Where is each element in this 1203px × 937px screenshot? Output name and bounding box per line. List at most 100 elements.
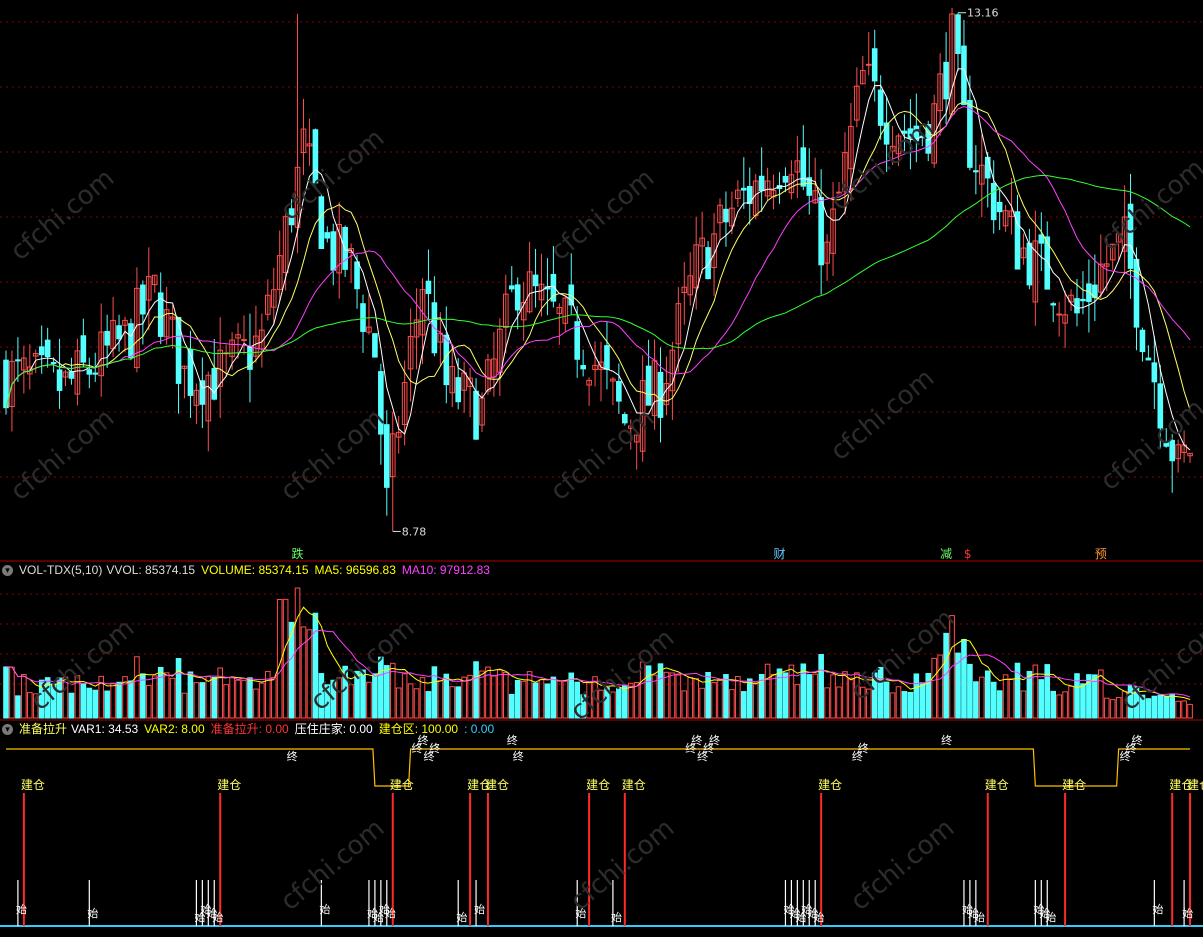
volume-bar [378,656,384,719]
candle [955,14,961,55]
volume-bar [1044,664,1051,719]
volume-indicator-name[interactable]: VOL-TDX(5,10) [19,563,102,577]
volume-bar [128,680,134,719]
signal-indicator-name[interactable]: 准备拉升 [19,722,67,736]
candle [455,377,461,403]
volume-bar [1008,678,1015,719]
volume-bar [973,681,979,719]
volume-bar [842,671,848,719]
volume-bar [479,670,485,719]
volume-bar [1163,695,1170,719]
volume-bar [984,670,991,719]
start-label: 始 [456,910,467,924]
volume-value: MA10: 97912.83 [401,563,490,577]
volume-bar [360,669,366,719]
volume-bar [907,691,914,719]
volume-bar [711,681,717,719]
high-price-label: 13.16 [967,7,999,20]
volume-ma5-line [5,606,1191,700]
volume-bar [854,672,860,719]
volume-bar [633,682,640,719]
volume-bar [265,670,271,719]
volume-bar [437,680,444,719]
candle [140,284,146,315]
candle [80,335,87,363]
signal-value: 建仓区: 100.00 [378,722,459,736]
volume-bar [752,682,759,719]
candle [943,61,949,100]
candle [883,122,890,145]
volume-bar [990,681,997,719]
candle [616,381,622,402]
volume-bar [645,665,652,719]
volume-bar [9,666,15,719]
event-marker[interactable]: $ [964,547,972,561]
volume-bar [746,678,753,719]
volume-bar [104,690,110,719]
volume-bar [675,674,682,719]
chart-canvas[interactable]: 13.168.78跌财减$预建仓建仓建仓建仓建仓建仓建仓建仓建仓建仓建仓建仓始始… [0,0,1203,933]
volume-bar [806,674,813,719]
signal-value: : 0.00 [464,722,495,736]
volume-bar [1127,684,1134,719]
volume-bar [395,687,402,719]
candle [1127,203,1134,269]
candle [1056,313,1062,316]
candle [86,369,93,375]
candle [324,232,331,239]
volume-bar [116,681,122,719]
candle [360,303,366,332]
volume-bar [3,666,9,719]
volume-bar [919,682,926,719]
signal-value: 压住庄家: 0.00 [294,722,373,736]
volume-bar [294,587,301,719]
volume-bar [181,692,188,719]
volume-bar [163,672,170,719]
low-price-label: 8.78 [402,525,427,538]
volume-bar [1080,683,1086,719]
end-label: 终 [1132,733,1143,747]
volume-bar [818,654,824,719]
volume-value: MA5: 96596.83 [314,563,396,577]
candle [990,182,997,221]
volume-bar [741,691,747,719]
volume-bar [235,679,241,719]
build-label: 建仓 [586,778,610,792]
ma5-line [5,68,1191,451]
event-marker[interactable]: 财 [774,547,786,561]
volume-bar [627,682,634,719]
candle [211,368,218,400]
volume-bar [770,673,777,719]
collapse-icon[interactable]: ▾ [2,724,13,736]
volume-bar [1145,698,1152,719]
event-marker[interactable]: 跌 [292,546,304,561]
candle [50,362,57,365]
candle [425,280,432,294]
volume-bar [15,695,21,719]
event-marker[interactable]: 减 [940,547,952,561]
volume-bar [491,675,497,719]
volume-bar [425,691,432,719]
volume-bar [925,672,932,719]
candle [532,274,539,287]
volume-bar [270,677,277,719]
volume-indicator-values: VVOL: 85374.15 VOLUME: 85374.15 MA5: 96596… [106,563,496,577]
volume-bar [157,666,164,719]
volume-bar [562,680,569,719]
volume-bar [1020,690,1027,719]
start-label: 始 [1045,910,1056,924]
stock-chart[interactable]: 13.168.78跌财减$预建仓建仓建仓建仓建仓建仓建仓建仓建仓建仓建仓建仓始始… [0,0,1203,933]
event-marker[interactable]: 预 [1095,547,1107,561]
candle [187,349,194,396]
collapse-icon[interactable]: ▾ [2,565,13,577]
candle [372,333,378,358]
candle [705,247,711,280]
volume-bar [544,683,551,719]
start-label: 始 [813,910,824,924]
candle [984,156,991,179]
candle [657,371,664,418]
volume-bar [830,674,836,719]
volume-bar [967,663,973,719]
volume-bar [776,668,783,719]
volume-bar [354,670,360,719]
